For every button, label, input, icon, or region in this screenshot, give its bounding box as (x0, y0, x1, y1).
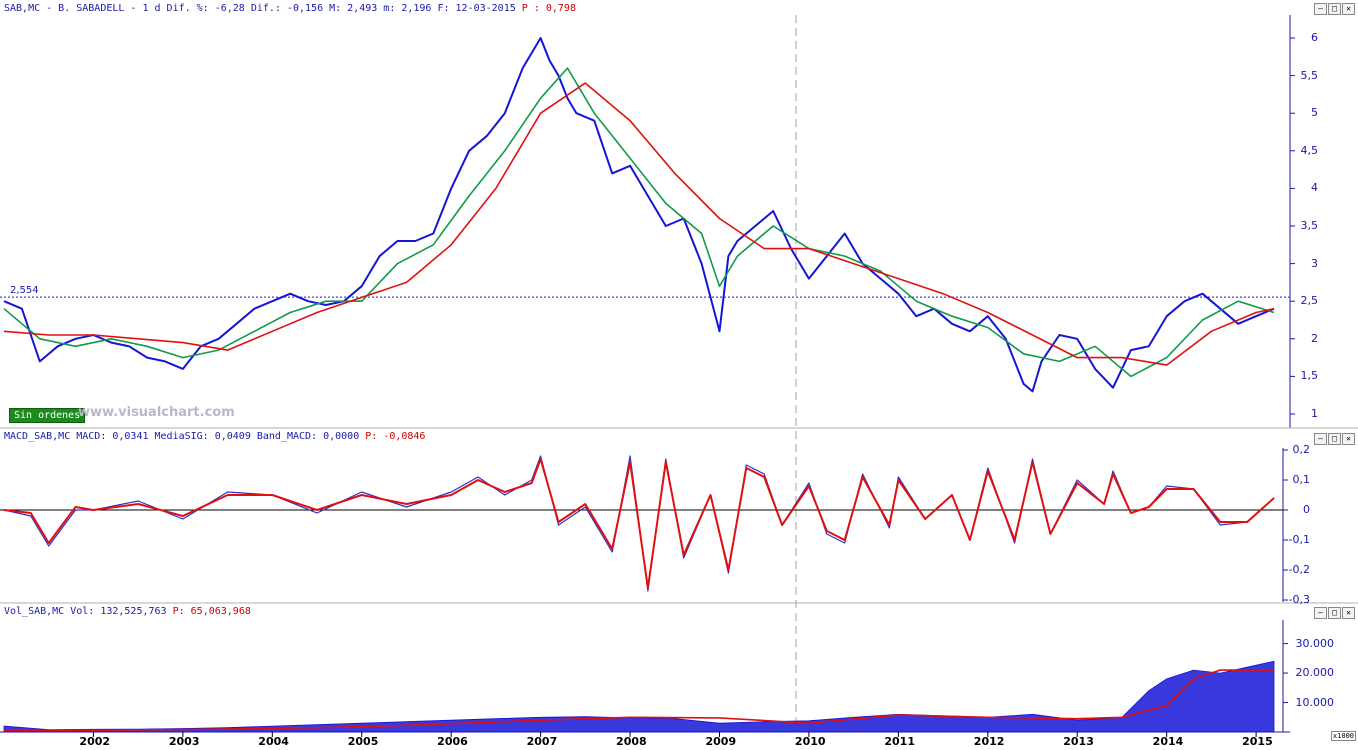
x-tick-label: 2007 (526, 735, 558, 748)
macd-y-tick-label: -0,2 (1288, 563, 1310, 576)
series-ma-fast-line (3, 67, 1275, 378)
macd-y-tick-label: -0,1 (1288, 533, 1310, 546)
x-tick-label: 2011 (884, 735, 915, 748)
price-y-tick-label: 1 (1311, 407, 1318, 420)
x-tick-label: 2013 (1063, 735, 1094, 748)
x-tick-label: 2009 (705, 735, 737, 748)
price-y-tick-label: 2 (1311, 331, 1318, 345)
x-tick-label: 2008 (616, 735, 647, 748)
series-signal-line (3, 458, 1275, 589)
x-tick-label: 2002 (79, 735, 111, 748)
x-tick-label: 2005 (347, 735, 379, 748)
price-y-tick-label: 3 (1311, 256, 1318, 270)
macd-y-tick-label: -0,3 (1288, 593, 1310, 606)
series-price-line (3, 37, 1275, 393)
price-y-tick-label: 6 (1311, 31, 1318, 44)
volume-y-tick-label: 10.000 (1295, 695, 1335, 709)
x-tick-label: 2014 (1152, 735, 1184, 748)
volume-y-tick-label: 20.000 (1295, 666, 1335, 680)
x-tick-label: 2010 (794, 735, 826, 748)
price-y-tick-label: 4 (1311, 181, 1318, 195)
price-y-tick-label: 4,5 (1300, 143, 1319, 157)
x-tick-label: 2012 (973, 735, 1005, 748)
price-y-tick-label: 5,5 (1300, 68, 1319, 82)
macd-y-tick-label: 0,2 (1292, 443, 1311, 456)
x-tick-label: 2006 (437, 735, 468, 748)
price-y-tick-label: 5 (1311, 106, 1318, 120)
x-tick-label: 2004 (258, 735, 289, 748)
series-ma-slow-line (3, 82, 1275, 366)
watermark: www.visualchart.com (78, 405, 235, 420)
stock-chart[interactable] (0, 0, 1358, 750)
macd-y-tick-label: 0 (1303, 503, 1310, 516)
reference-price-label: 2,554 (10, 285, 39, 296)
orders-badge[interactable]: Sin ordenes (9, 408, 86, 423)
x-tick-label: 2003 (168, 735, 200, 748)
series-volume-area (3, 660, 1275, 733)
price-y-tick-label: 3,5 (1300, 219, 1319, 232)
price-y-tick-label: 1,5 (1300, 369, 1319, 383)
x-tick-label: 2015 (1242, 735, 1273, 748)
price-y-tick-label: 2,5 (1300, 294, 1319, 308)
macd-y-tick-label: 0,1 (1292, 473, 1311, 486)
volume-y-tick-label: 30.000 (1295, 636, 1335, 650)
volume-unit-label: x1000 (1330, 731, 1356, 741)
